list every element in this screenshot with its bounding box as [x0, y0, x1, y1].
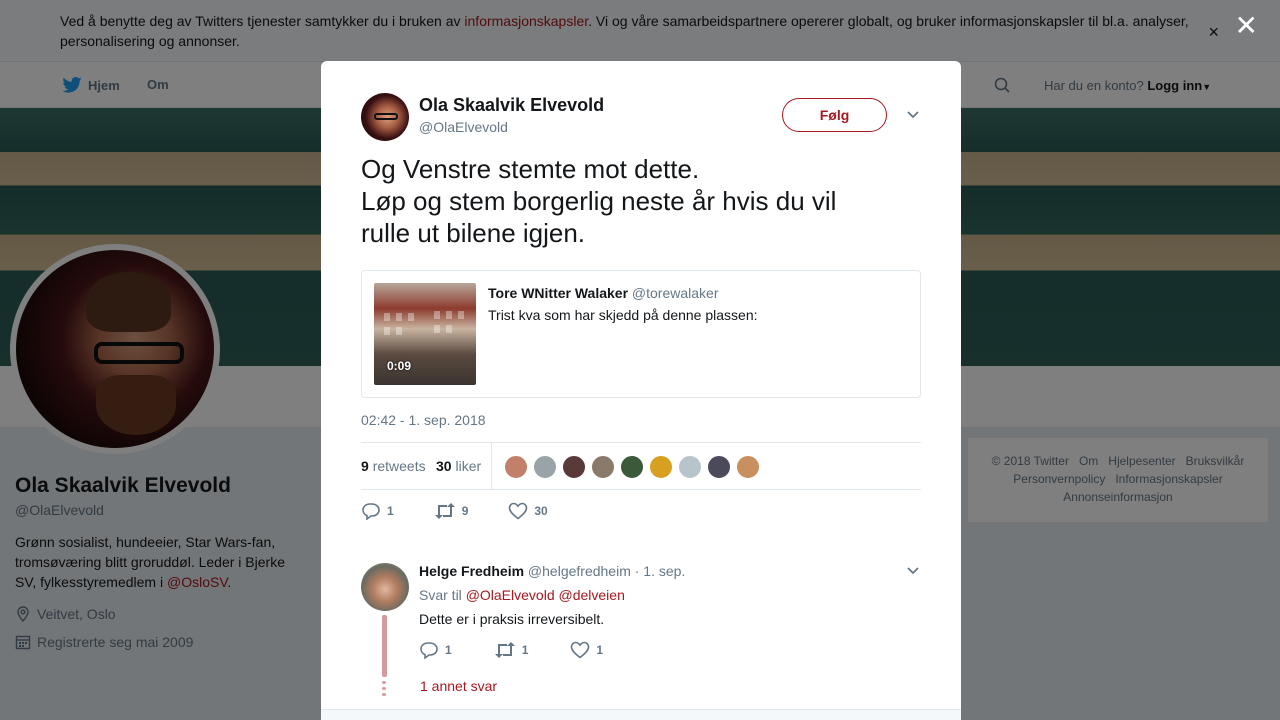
like-action[interactable]: 1	[570, 641, 603, 659]
tweet-line: rulle ut bilene igjen.	[361, 218, 586, 248]
reply-icon	[362, 503, 380, 520]
reply-to: Svar til @OlaElvevold @delveien	[419, 587, 625, 603]
video-thumbnail[interactable]: 0:09	[374, 283, 476, 385]
liker-avatar[interactable]	[533, 455, 557, 479]
retweet-action[interactable]: 9	[434, 503, 468, 519]
reply-author-handle[interactable]: @helgefredheim	[528, 563, 631, 579]
reply-text: Dette er i praksis irreversibelt.	[419, 611, 605, 627]
like-count[interactable]: 30 liker	[436, 458, 481, 474]
tweet-stats: 9 retweets 30 liker	[361, 442, 921, 490]
author-handle[interactable]: @OlaElvevold	[419, 119, 508, 135]
liker-avatar[interactable]	[736, 455, 760, 479]
tweet-actions: 1 9 30	[361, 502, 588, 520]
liker-avatar[interactable]	[649, 455, 673, 479]
tweet-modal: Ola Skaalvik Elvevold @OlaElvevold Følg …	[321, 61, 961, 720]
thread-dots	[382, 681, 387, 696]
tweet-text: Og Venstre stemte mot dette. Løp og stem…	[361, 153, 921, 249]
liker-avatar[interactable]	[707, 455, 731, 479]
reply-header: Helge Fredheim @helgefredheim · 1. sep.	[419, 563, 685, 579]
liker-avatar[interactable]	[678, 455, 702, 479]
reply-date[interactable]: · 1. sep.	[635, 563, 686, 579]
tweet-line: Og Venstre stemte mot dette.	[361, 154, 700, 184]
quoted-tweet[interactable]: 0:09 Tore WNitter Walaker @torewalaker T…	[361, 270, 921, 398]
reply-author-avatar[interactable]	[361, 563, 409, 611]
heart-icon	[509, 502, 528, 520]
reply-action[interactable]: 1	[361, 502, 394, 520]
retweet-count[interactable]: 9 retweets	[361, 458, 426, 474]
liker-avatar[interactable]	[504, 455, 528, 479]
tweet-line: Løp og stem borgerlig neste år hvis du v…	[361, 186, 837, 216]
liker-avatar[interactable]	[591, 455, 615, 479]
chevron-down-icon[interactable]	[905, 107, 921, 123]
heart-icon	[571, 641, 590, 659]
quote-text: Trist kva som har skjedd på denne plasse…	[488, 307, 758, 323]
author-avatar[interactable]	[361, 93, 409, 141]
reply-actions: 1 1 1	[419, 641, 645, 659]
like-action[interactable]: 30	[508, 502, 548, 520]
retweet-icon	[434, 503, 455, 519]
liker-avatar[interactable]	[620, 455, 644, 479]
retweet-action[interactable]: 1	[494, 641, 528, 659]
chevron-down-icon[interactable]	[905, 563, 921, 579]
liker-avatar[interactable]	[562, 455, 586, 479]
author-name[interactable]: Ola Skaalvik Elvevold	[419, 95, 604, 116]
quote-author-handle: @torewalaker	[631, 285, 719, 301]
reply-author-name[interactable]: Helge Fredheim	[419, 563, 524, 579]
reply-icon	[420, 642, 438, 659]
more-replies-link[interactable]: 1 annet svar	[420, 678, 497, 694]
retweet-icon	[494, 642, 515, 658]
mention-link[interactable]: @delveien	[559, 587, 625, 603]
tweet-timestamp: 02:42 - 1. sep. 2018	[361, 412, 486, 428]
quote-author: Tore WNitter Walaker @torewalaker	[488, 285, 719, 301]
close-modal-icon[interactable]: ✕	[1235, 12, 1258, 40]
thread-line	[382, 615, 387, 677]
likers-avatars	[504, 455, 760, 479]
video-duration: 0:09	[387, 359, 412, 373]
modal-bottom-edge	[321, 709, 961, 720]
follow-button[interactable]: Følg	[782, 98, 887, 132]
reply-action[interactable]: 1	[419, 641, 452, 659]
stats-divider	[491, 443, 492, 489]
mention-link[interactable]: @OlaElvevold	[466, 587, 555, 603]
quote-author-name: Tore WNitter Walaker	[488, 285, 629, 301]
